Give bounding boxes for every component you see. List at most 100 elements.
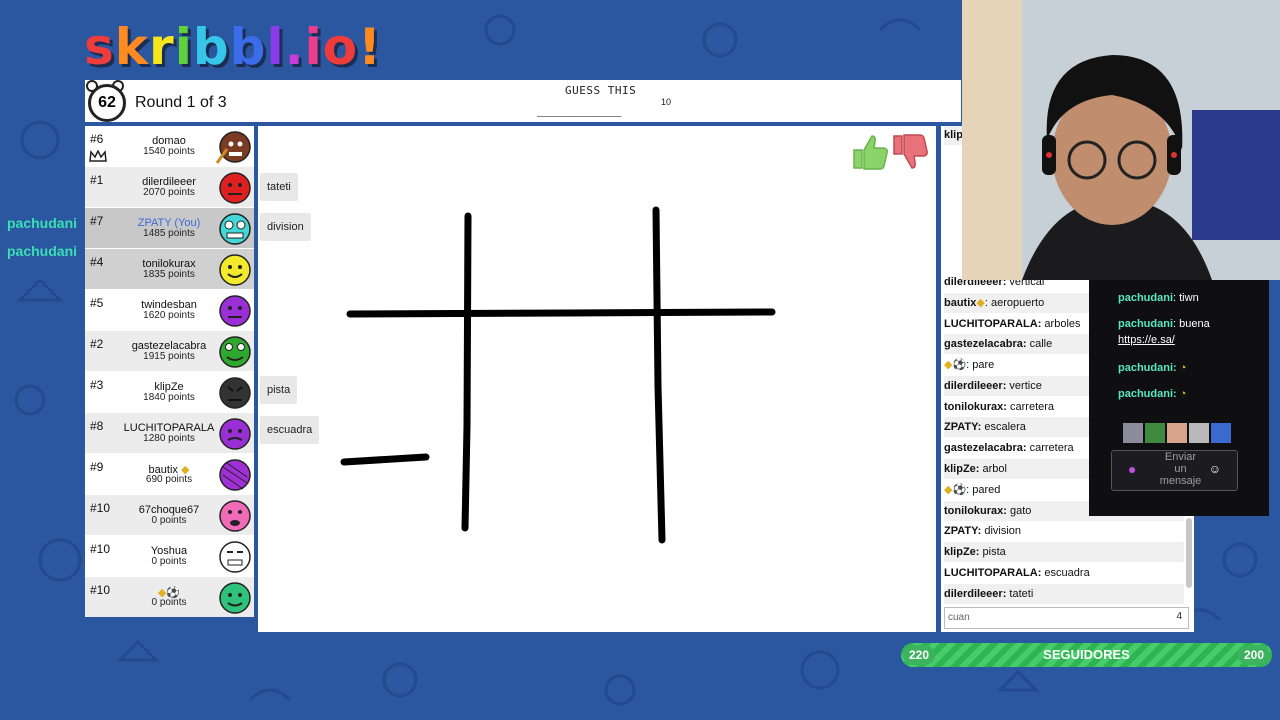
skribbl-logo: skribbl.io! <box>84 18 382 76</box>
chat-user: gastezelacabra: <box>944 442 1027 454</box>
emote-icon: ◔ <box>1179 388 1187 400</box>
emoji-icon[interactable]: ☺ <box>1209 462 1221 476</box>
player-points: 690 points <box>145 474 193 485</box>
emote-bar[interactable] <box>1123 422 1233 444</box>
player-rank: #10 <box>90 542 111 556</box>
chat-user: gastezelacabra: <box>944 338 1027 350</box>
player-row[interactable]: #3 klipZe 1840 points <box>85 372 254 412</box>
player-avatar <box>219 377 251 409</box>
player-row[interactable]: #8 LUCHITOPARALA 1280 points <box>85 413 254 453</box>
guess-bubble: pista <box>260 376 298 404</box>
chat-message: dilerdileeer: tateti <box>944 584 1184 604</box>
chat-text: arbol <box>979 463 1007 475</box>
player-rank: #3 <box>90 378 104 392</box>
chat-text: pista <box>979 546 1006 558</box>
chat-message: ZPATY: division <box>944 521 1184 541</box>
player-row[interactable]: #10 67choque67 0 points <box>85 495 254 535</box>
chat-message: LUCHITOPARALA: escuadra <box>944 563 1184 583</box>
chat-text: tateti <box>1006 588 1034 600</box>
player-rank: #4 <box>90 255 104 269</box>
player-row[interactable]: #9 bautix ◆ 690 points <box>85 454 254 494</box>
player-row[interactable]: #5 twindesban 1620 points <box>85 290 254 330</box>
vote-buttons <box>853 134 928 170</box>
drawing-canvas[interactable] <box>258 126 936 632</box>
chat-text: : pare <box>966 359 995 371</box>
chat-scrollbar[interactable] <box>1186 518 1192 588</box>
guess-label: GUESS THIS <box>565 84 637 97</box>
drawing <box>340 206 776 544</box>
player-points: 1840 points <box>143 392 195 403</box>
player-avatar <box>219 336 251 368</box>
chat-message: klipZe: pista <box>944 542 1184 562</box>
player-row[interactable]: #10 Yoshua 0 points <box>85 536 254 576</box>
corn-icon: ◆ <box>976 297 985 309</box>
followers-label: SEGUIDORES <box>1043 647 1130 662</box>
followers-goal: 200 <box>1238 645 1270 665</box>
player-points: 1485 points <box>143 228 195 239</box>
stream-chat-user: pachudani <box>1118 292 1174 304</box>
game-header: 62 Round 1 of 3 GUESS THIS __________ 10 <box>85 80 961 122</box>
player-points: 1540 points <box>143 146 195 157</box>
player-row[interactable]: #6 domao 1540 points <box>85 126 254 166</box>
chat-text: : aeropuerto <box>984 297 1045 309</box>
chat-user: LUCHITOPARALA: <box>944 567 1042 579</box>
player-avatar <box>219 418 251 450</box>
stream-chat-message: pachudani: buena <box>1118 318 1210 330</box>
stream-chat-message: pachudani: tiwn <box>1118 292 1199 304</box>
stream-overlay-name: pachudani <box>0 241 85 261</box>
player-list: #6 domao 1540 points #1 dilerdileeer 207… <box>85 126 254 617</box>
stream-chat-user: pachudani <box>1118 318 1174 330</box>
player-rank: #5 <box>90 296 104 310</box>
player-row[interactable]: #2 gastezelacabra 1915 points <box>85 331 254 371</box>
thumbs-down-icon[interactable] <box>893 134 928 169</box>
stream-chat-user: pachudani: <box>1118 362 1177 374</box>
stream-chat-input[interactable]: ● Enviar un mensaje ☺ <box>1111 450 1238 491</box>
chat-user: tonilokurax: <box>944 401 1007 413</box>
guess-bubble: division <box>260 213 311 241</box>
chat-text: division <box>981 525 1022 537</box>
player-points: 0 points <box>151 515 187 526</box>
player-points: 1620 points <box>143 310 195 321</box>
player-rank: #10 <box>90 501 111 515</box>
stream-chat-message: pachudani: ◔ <box>1118 388 1186 400</box>
player-row-you[interactable]: #7 ZPATY (You) 1485 points <box>85 208 254 248</box>
player-row[interactable]: #10 ◆⚽ 0 points <box>85 577 254 617</box>
chat-user: klipZe: <box>944 463 980 475</box>
chat-text: arboles <box>1041 318 1081 330</box>
chat-text: carretera <box>1026 442 1074 454</box>
player-avatar <box>219 459 251 491</box>
microphone-icon[interactable]: ● <box>1128 461 1136 477</box>
guess-bubble: escuadra <box>260 416 320 444</box>
chat-text: escalera <box>981 421 1026 433</box>
chat-text: calle <box>1026 338 1053 350</box>
player-rank: #9 <box>90 460 104 474</box>
chat-user: klipZe: <box>944 546 980 558</box>
timer-value: 62 <box>88 84 126 122</box>
player-avatar <box>219 254 251 286</box>
player-avatar <box>219 213 251 245</box>
player-avatar <box>219 500 251 532</box>
player-points: 2070 points <box>143 187 195 198</box>
player-row[interactable]: #4 tonilokurax 1835 points <box>85 249 254 289</box>
player-row[interactable]: #1 dilerdileeer 2070 points <box>85 167 254 207</box>
crown-icon <box>89 150 107 162</box>
stream-chat-text: : buena <box>1173 318 1210 330</box>
chat-input[interactable]: cuan 4 <box>944 607 1189 629</box>
stream-chat-link[interactable]: https://e.sa/ <box>1118 334 1175 346</box>
player-points: 1280 points <box>143 433 195 444</box>
stream-overlay-name: pachudani <box>0 213 85 233</box>
player-rank: #7 <box>90 214 104 228</box>
chat-input-value: cuan <box>948 612 970 623</box>
timer-clock: 62 <box>85 80 127 122</box>
player-rank: #8 <box>90 419 104 433</box>
chat-user: ZPATY: <box>944 525 982 537</box>
emote-icon: ◔ <box>1179 362 1187 374</box>
player-rank: #10 <box>90 583 111 597</box>
player-avatar <box>215 131 251 164</box>
chat-user: dilerdileeer: <box>944 588 1007 600</box>
word-blanks: __________ <box>537 101 622 117</box>
thumbs-up-icon[interactable] <box>853 135 888 170</box>
stream-chat-placeholder: Enviar un mensaje <box>1159 451 1202 487</box>
chat-user: dilerdileeer: <box>944 380 1007 392</box>
player-rank: #6 <box>90 132 104 146</box>
